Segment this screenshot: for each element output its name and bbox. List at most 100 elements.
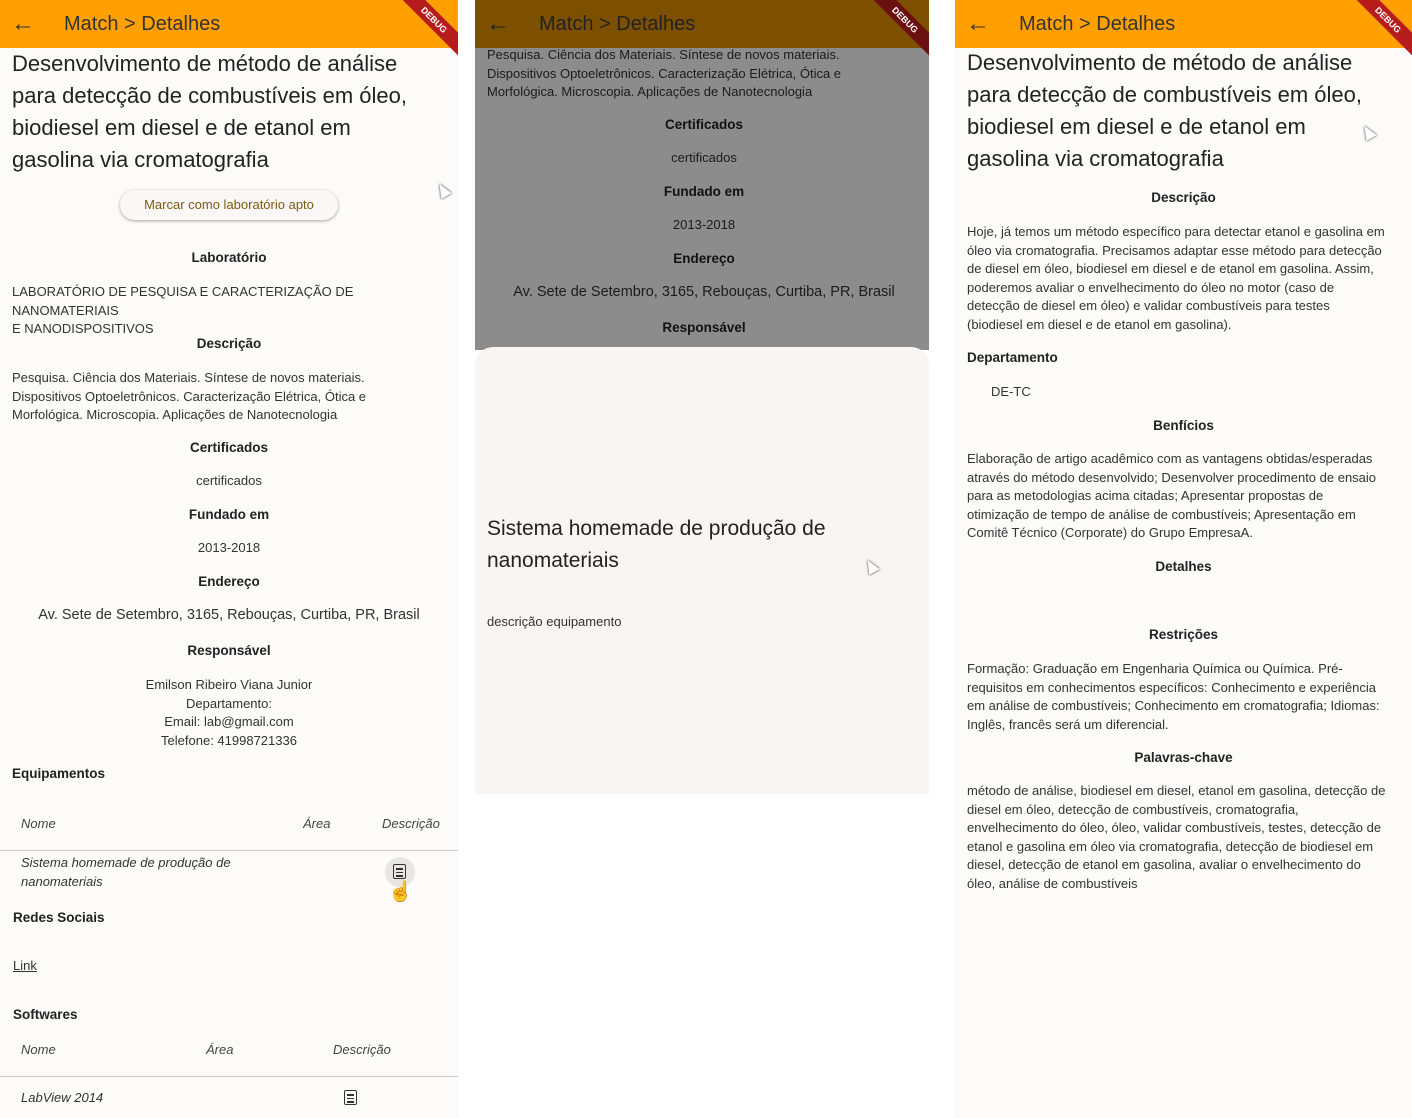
- benefits-line: otimização de tempo de análise de combus…: [967, 506, 1356, 522]
- description-line: poderemos avaliar o envelhecimento do ól…: [967, 279, 1335, 295]
- responsible-line: Emilson Ribeiro Viana Junior: [145, 677, 313, 692]
- software-row[interactable]: LabView 2014: [21, 1089, 103, 1108]
- restrictions-line: requisitos em conhecimentos específicos:…: [967, 679, 1376, 695]
- description-icon[interactable]: [393, 864, 406, 879]
- title-line: biodiesel em diesel e de etanol em: [967, 114, 1306, 139]
- app-bar-title: Match > Detalhes: [64, 12, 221, 35]
- equip-col-name: Nome: [21, 816, 56, 831]
- sheet-equipment-description: descrição equipamento: [487, 614, 622, 629]
- back-arrow-icon[interactable]: ←: [955, 0, 1001, 48]
- benefits-text: Elaboração de artigo acadêmico com as va…: [967, 450, 1407, 543]
- equipment-row[interactable]: Sistema homemade de produção de nanomate…: [21, 854, 281, 891]
- description-line: Pesquisa. Ciência dos Materiais. Síntese…: [12, 370, 365, 385]
- sheet-equipment-title: Sistema homemade de produção de nanomate…: [487, 513, 917, 577]
- certificates-value: certificados: [196, 473, 262, 488]
- app-bar-title: Match > Detalhes: [1019, 12, 1176, 35]
- mouse-cursor-icon: [434, 180, 452, 200]
- benefits-line: através do método desenvolvido; Desenvol…: [967, 469, 1377, 485]
- back-arrow-icon[interactable]: ←: [475, 0, 521, 48]
- certificates-heading: Certificados: [189, 440, 269, 455]
- soft-col-description: Descrição: [333, 1042, 391, 1057]
- title-line: Desenvolvimento de método de análise: [12, 51, 398, 76]
- restrictions-line: Formação: Graduação em Engenharia Químic…: [967, 661, 1343, 676]
- department-value: DE-TC: [991, 384, 1031, 399]
- details-screen-top: ← Match > Detalhes DEBUG Desenvolvimento…: [0, 0, 458, 1118]
- equipment-bottom-sheet: Sistema homemade de produção de nanomate…: [475, 347, 929, 794]
- title-line: para detecção de combustíveis em óleo,: [967, 82, 1363, 107]
- description-icon[interactable]: [344, 1090, 357, 1105]
- benefits-line: Comitê Técnico (Corporate) do Grupo Empr…: [967, 525, 1253, 540]
- title-line: Desenvolvimento de método de análise: [967, 50, 1353, 75]
- equip-col-area: Área: [303, 816, 331, 831]
- equipment-heading: Equipamentos: [12, 766, 106, 781]
- lab-description: Pesquisa. Ciência dos Materiais. Síntese…: [12, 369, 452, 425]
- equipment-bottom-sheet-screen: Pesquisa. Ciência dos Materiais. Síntese…: [475, 0, 929, 1118]
- restrictions-text: Formação: Graduação em Engenharia Químic…: [967, 660, 1407, 734]
- equip-col-description: Descrição: [382, 816, 440, 831]
- benefits-line: Elaboração de artigo acadêmico com as va…: [967, 451, 1373, 466]
- sheet-title-line: Sistema homemade de produção de: [487, 517, 826, 540]
- soft-col-area: Área: [206, 1042, 234, 1057]
- lab-name: LABORATÓRIO DE PESQUISA E CARACTERIZAÇÃO…: [12, 283, 452, 339]
- description-line: Hoje, já temos um método específico para…: [967, 224, 1385, 239]
- back-arrow-icon[interactable]: ←: [0, 0, 46, 48]
- benefits-heading: Benfícios: [1153, 418, 1214, 433]
- keywords-line: etanol e gasolina em óleo via cromatogra…: [967, 838, 1374, 854]
- modal-scrim[interactable]: [475, 0, 929, 350]
- description-line: (biodiesel em diesel e de etanol em gaso…: [967, 316, 1232, 332]
- keywords-line: diesel em óleo, detecção de combustíveis…: [967, 801, 1299, 817]
- keywords-line: óleo, análise de combustíveis: [967, 875, 1138, 891]
- description-line: óleo via cromatografia. Precisamos adapt…: [967, 242, 1382, 258]
- keywords-line: envelhecimento do óleo, óleo, validar co…: [967, 820, 1382, 835]
- keywords-line: diesel, detecção de etanol em gasolina, …: [967, 857, 1361, 872]
- description-heading: Descrição: [196, 336, 262, 351]
- benefits-line: para as metodologias acima citadas; Apre…: [967, 488, 1324, 503]
- hand-cursor-icon: ☝: [388, 881, 413, 903]
- department-heading: Departamento: [967, 350, 1058, 365]
- responsible-line: Email: lab@gmail.com: [164, 714, 294, 729]
- keywords-text: método de análise, biodiesel em diesel, …: [967, 782, 1407, 893]
- app-bar-title: Match > Detalhes: [539, 12, 696, 35]
- table-divider: [0, 850, 458, 851]
- restrictions-line: em análise de combustíveis; Conhecimento…: [967, 698, 1380, 713]
- mark-lab-apt-button[interactable]: Marcar como laboratório apto: [120, 190, 338, 220]
- description-line: de diesel em óleo, biodiesel em diesel e…: [967, 261, 1374, 276]
- responsible-info: Emilson Ribeiro Viana Junior Departament…: [0, 676, 458, 750]
- description-line: Dispositivos Optoeletrônicos. Caracteriz…: [12, 388, 367, 404]
- details-heading: Detalhes: [1155, 559, 1212, 574]
- project-description: Hoje, já temos um método específico para…: [967, 223, 1407, 334]
- lab-name-line: LABORATÓRIO DE PESQUISA E CARACTERIZAÇÃO…: [12, 284, 354, 318]
- restrictions-heading: Restrições: [1148, 627, 1219, 642]
- project-title: Desenvolvimento de método de análise par…: [12, 48, 452, 176]
- description-line: Morfológica. Microscopia. Aplicações de …: [12, 407, 338, 422]
- founded-heading: Fundado em: [188, 507, 270, 522]
- description-heading: Descrição: [1151, 190, 1216, 205]
- responsible-line: Departamento:: [186, 695, 272, 711]
- title-line: biodiesel em diesel e de etanol em: [12, 115, 351, 140]
- founded-value: 2013-2018: [197, 540, 261, 555]
- social-heading: Redes Sociais: [13, 910, 105, 925]
- social-link[interactable]: Link: [13, 957, 37, 976]
- software-heading: Softwares: [13, 1007, 78, 1022]
- keywords-heading: Palavras-chave: [1134, 750, 1233, 765]
- project-details-screen: ← Match > Detalhes DEBUG Desenvolvimento…: [955, 0, 1412, 1118]
- responsible-line: Telefone: 41998721336: [161, 732, 297, 748]
- sheet-title-line: nanomateriais: [487, 549, 619, 572]
- address-value: Av. Sete de Setembro, 3165, Rebouças, Cu…: [38, 607, 420, 623]
- lab-heading: Laboratório: [191, 250, 267, 265]
- description-line: detecção de diesel em óleo) e validar co…: [967, 298, 1330, 313]
- table-divider: [0, 1076, 458, 1077]
- title-line: gasolina via cromatografia: [967, 146, 1224, 171]
- app-bar: ← Match > Detalhes DEBUG: [475, 0, 929, 62]
- equipment-name-line: Sistema homemade de produção de: [21, 855, 231, 870]
- keywords-line: método de análise, biodiesel em diesel, …: [967, 783, 1386, 798]
- address-heading: Endereço: [198, 574, 260, 589]
- equipment-name-line: nanomateriais: [21, 873, 103, 889]
- app-bar: ← Match > Detalhes DEBUG: [0, 0, 458, 62]
- project-title: Desenvolvimento de método de análise par…: [967, 47, 1407, 175]
- title-line: para detecção de combustíveis em óleo,: [12, 83, 408, 108]
- soft-col-name: Nome: [21, 1042, 56, 1057]
- restrictions-line: Inglês, francês será um diferencial.: [967, 716, 1169, 732]
- app-bar: ← Match > Detalhes DEBUG: [955, 0, 1412, 62]
- title-line: gasolina via cromatografia: [12, 147, 269, 172]
